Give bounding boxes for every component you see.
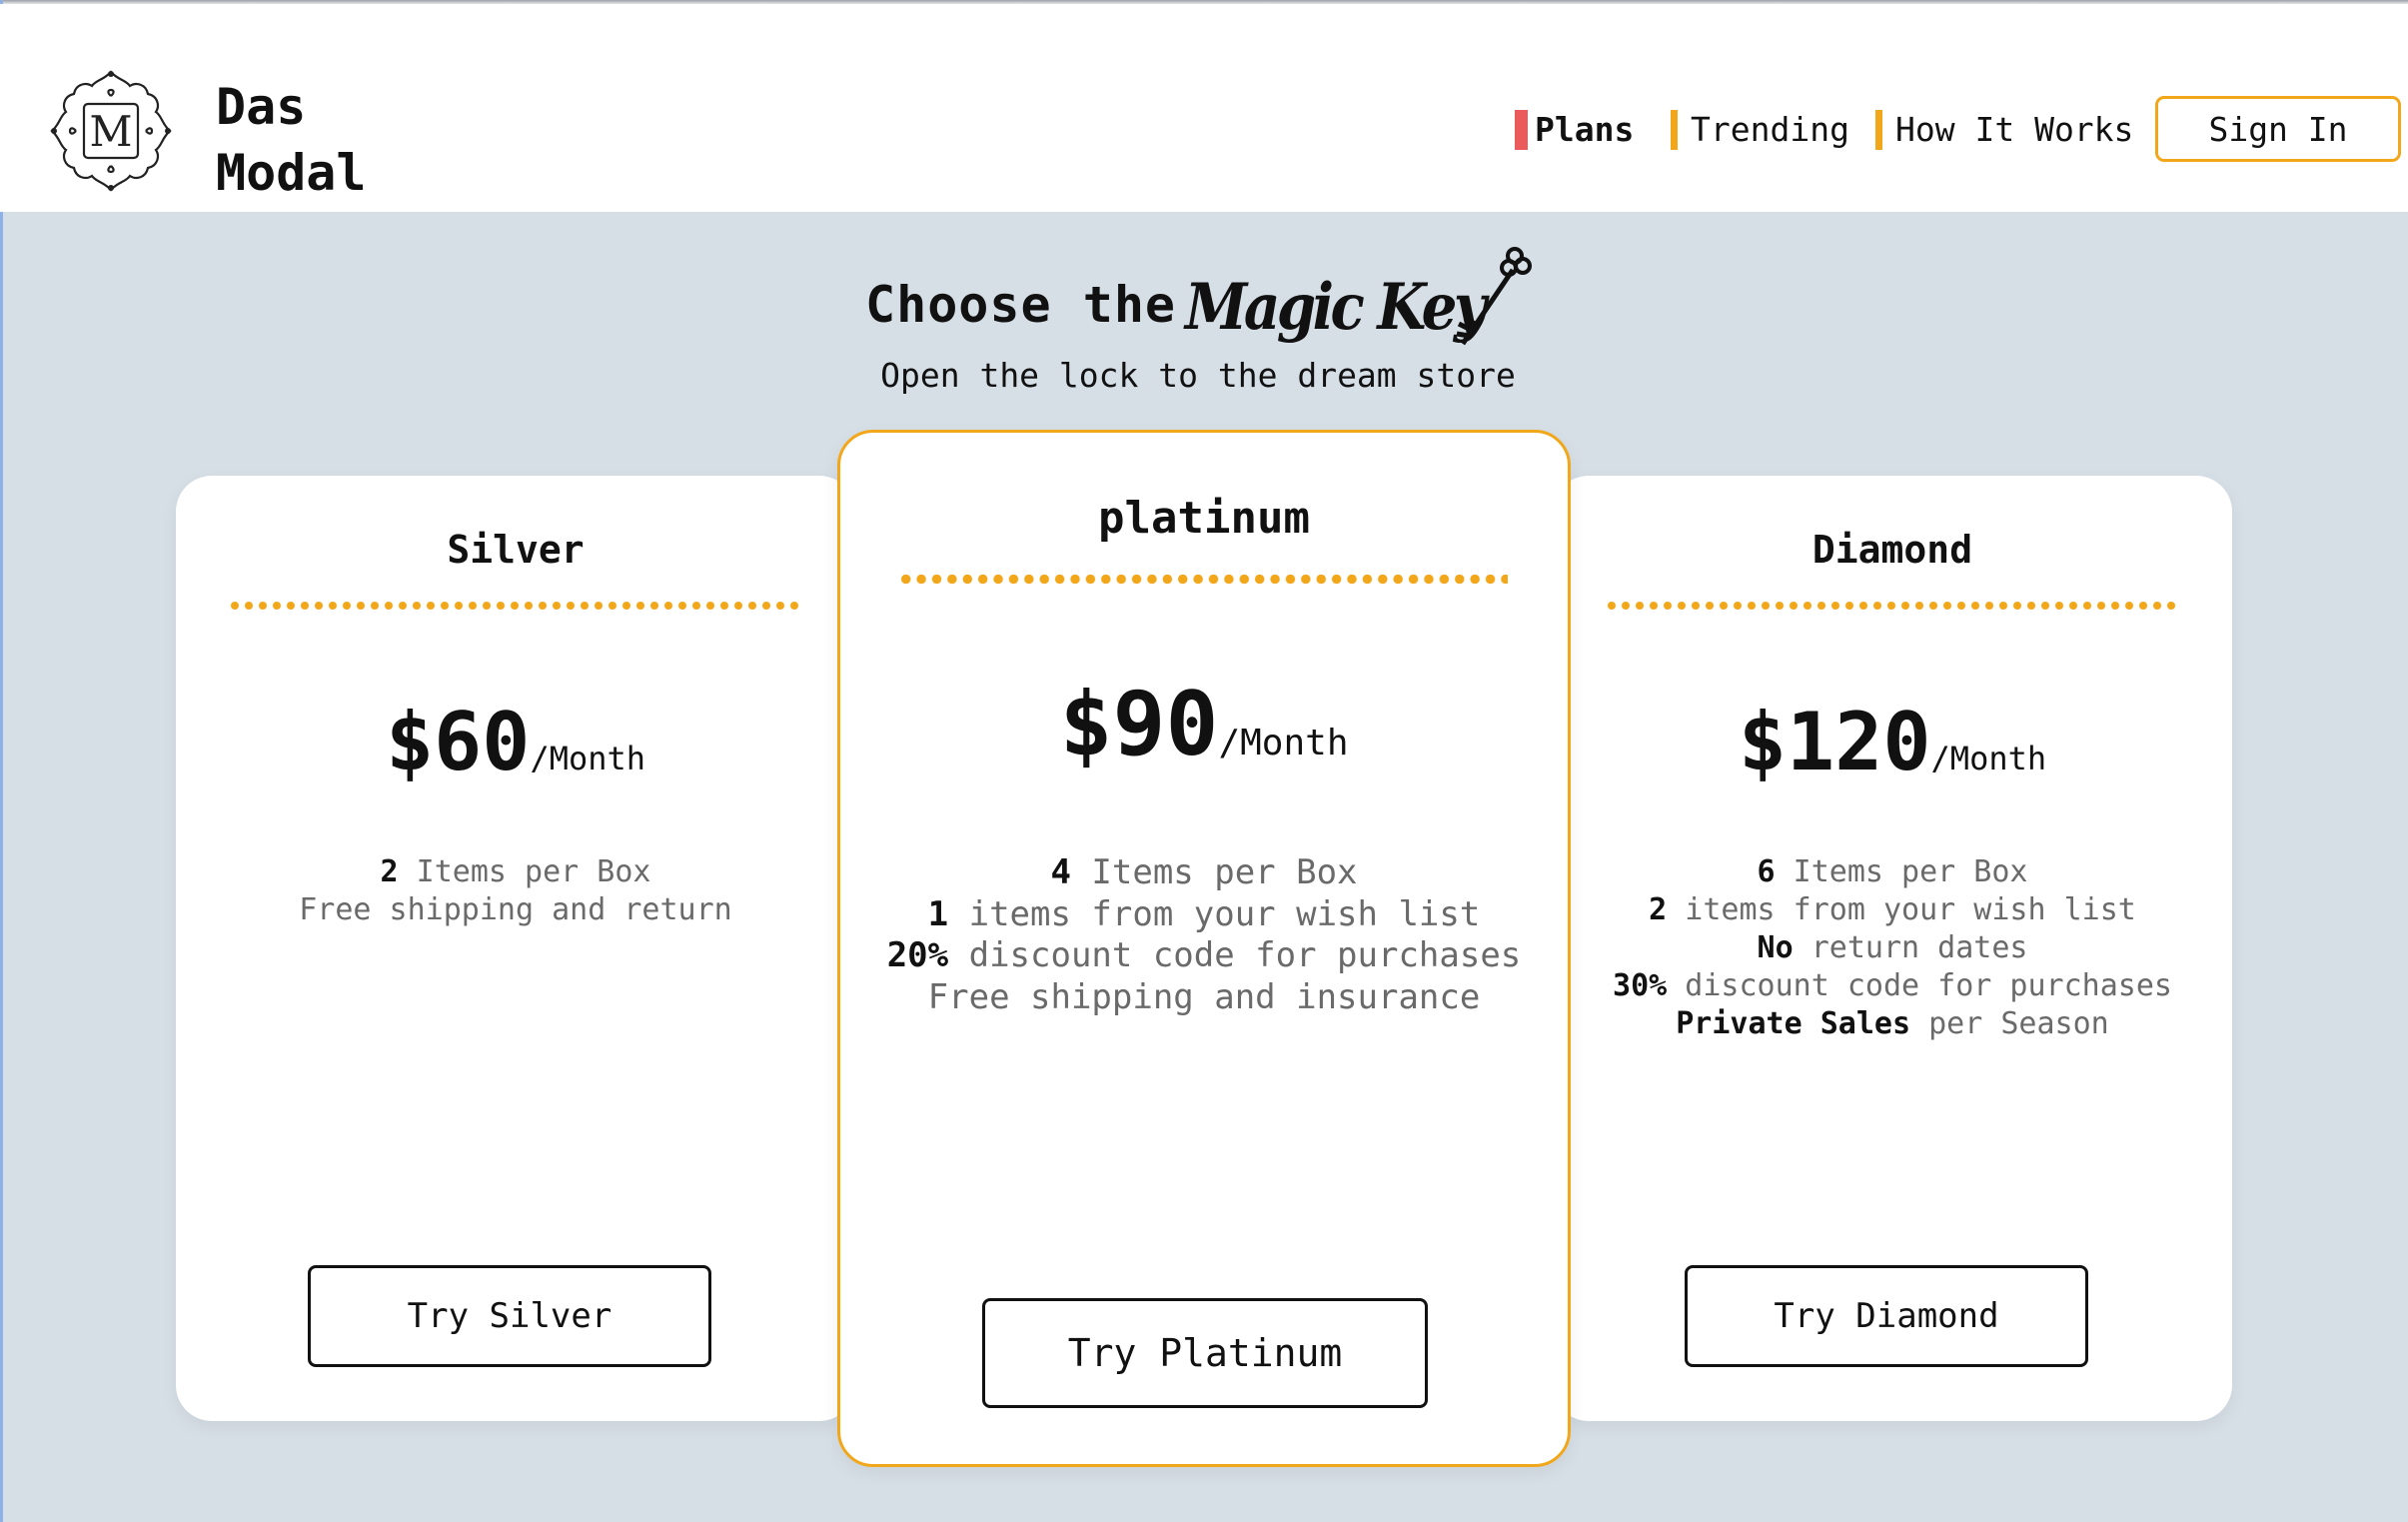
feature-highlight: 1: [927, 893, 949, 934]
dotted-divider: [1605, 602, 2176, 610]
hero-title-highlight: Magic Key: [1185, 270, 1487, 345]
feature-text: Items per Box: [1070, 852, 1358, 892]
plan-price: $60/Month: [176, 696, 855, 788]
brand-line-2: Modal: [216, 144, 367, 202]
site-header: M Das Modal Plans Trending How It Works …: [0, 4, 2408, 212]
nav-item-plans[interactable]: Plans: [1515, 107, 1634, 153]
price-period: /Month: [1218, 723, 1349, 763]
feature-text: per Season: [1910, 1006, 2109, 1041]
feature-text: return dates: [1793, 930, 2028, 965]
price-period: /Month: [530, 740, 646, 777]
feature-item: No return dates: [1553, 929, 2232, 967]
plan-features: 4 Items per Box 1 items from your wish l…: [840, 852, 1568, 1018]
feature-highlight: 20%: [886, 935, 949, 975]
price-amount: $120: [1738, 696, 1931, 788]
try-silver-button[interactable]: Try Silver: [308, 1265, 711, 1367]
feature-text: discount code for purchases: [948, 935, 1522, 975]
feature-item: 6 Items per Box: [1553, 853, 2232, 891]
brand-name[interactable]: Das Modal: [216, 74, 367, 206]
feature-text: items from your wish list: [1667, 892, 2136, 927]
plan-features: 6 Items per Box 2 items from your wish l…: [1553, 853, 2232, 1043]
try-platinum-button[interactable]: Try Platinum: [982, 1298, 1428, 1408]
plan-name: Diamond: [1811, 528, 1973, 572]
window-left-border: [0, 0, 3, 1522]
feature-text: Items per Box: [398, 854, 651, 889]
dotted-divider: [898, 575, 1508, 584]
feature-highlight: 2: [1649, 892, 1668, 927]
feature-item: 4 Items per Box: [840, 852, 1568, 894]
feature-item: Private Sales per Season: [1553, 1005, 2232, 1043]
feature-text: Items per Box: [1775, 854, 2028, 889]
feature-highlight: Private Sales: [1676, 1006, 1911, 1041]
feature-item: Free shipping and return: [176, 891, 855, 929]
plan-card-platinum: platinum $90/Month 4 Items per Box 1 ite…: [837, 430, 1571, 1467]
try-diamond-button[interactable]: Try Diamond: [1685, 1265, 2088, 1367]
plan-name: platinum: [1098, 493, 1310, 544]
feature-text: items from your wish list: [948, 893, 1481, 934]
dotted-divider: [228, 602, 799, 610]
plan-price: $120/Month: [1553, 696, 2232, 788]
feature-item: 30% discount code for purchases: [1553, 967, 2232, 1005]
key-icon: [1456, 247, 1532, 346]
feature-highlight: 6: [1757, 854, 1776, 889]
hero-subtitle-text: Open the lock to the dream store: [880, 356, 1516, 395]
feature-item: 2 items from your wish list: [1553, 891, 2232, 929]
hero-subtitle: Open the lock to the dream store: [0, 356, 2408, 395]
plan-features: 2 Items per Box Free shipping and return: [176, 853, 855, 929]
feature-highlight: 2: [380, 854, 399, 889]
feature-highlight: 30%: [1613, 968, 1668, 1003]
price-amount: $90: [1059, 673, 1219, 775]
feature-item: 2 Items per Box: [176, 853, 855, 891]
nav-item-trending[interactable]: Trending: [1671, 107, 1849, 153]
nav-item-how-it-works[interactable]: How It Works: [1875, 107, 2133, 153]
feature-item: 1 items from your wish list: [840, 894, 1568, 936]
feature-highlight: 4: [1050, 852, 1071, 892]
sign-in-button[interactable]: Sign In: [2155, 96, 2401, 162]
feature-item: Free shipping and insurance: [840, 977, 1568, 1019]
svg-text:M: M: [89, 107, 132, 156]
plan-price: $90/Month: [840, 673, 1568, 775]
feature-highlight: No: [1757, 930, 1794, 965]
feature-text: Free shipping and insurance: [927, 976, 1481, 1017]
monogram-m-logo-icon[interactable]: M: [46, 66, 176, 196]
feature-text: discount code for purchases: [1667, 968, 2172, 1003]
feature-text: Free shipping and return: [299, 892, 732, 927]
hero-title-prefix: Choose the: [865, 276, 1177, 334]
brand-line-1: Das: [216, 78, 307, 136]
price-period: /Month: [1930, 740, 2047, 777]
plan-card-diamond: Diamond $120/Month 6 Items per Box 2 ite…: [1553, 476, 2232, 1421]
feature-item: 20% discount code for purchases: [840, 935, 1568, 977]
price-amount: $60: [385, 696, 531, 788]
plan-card-silver: Silver $60/Month 2 Items per Box Free sh…: [176, 476, 855, 1421]
plan-name: Silver: [447, 528, 585, 572]
